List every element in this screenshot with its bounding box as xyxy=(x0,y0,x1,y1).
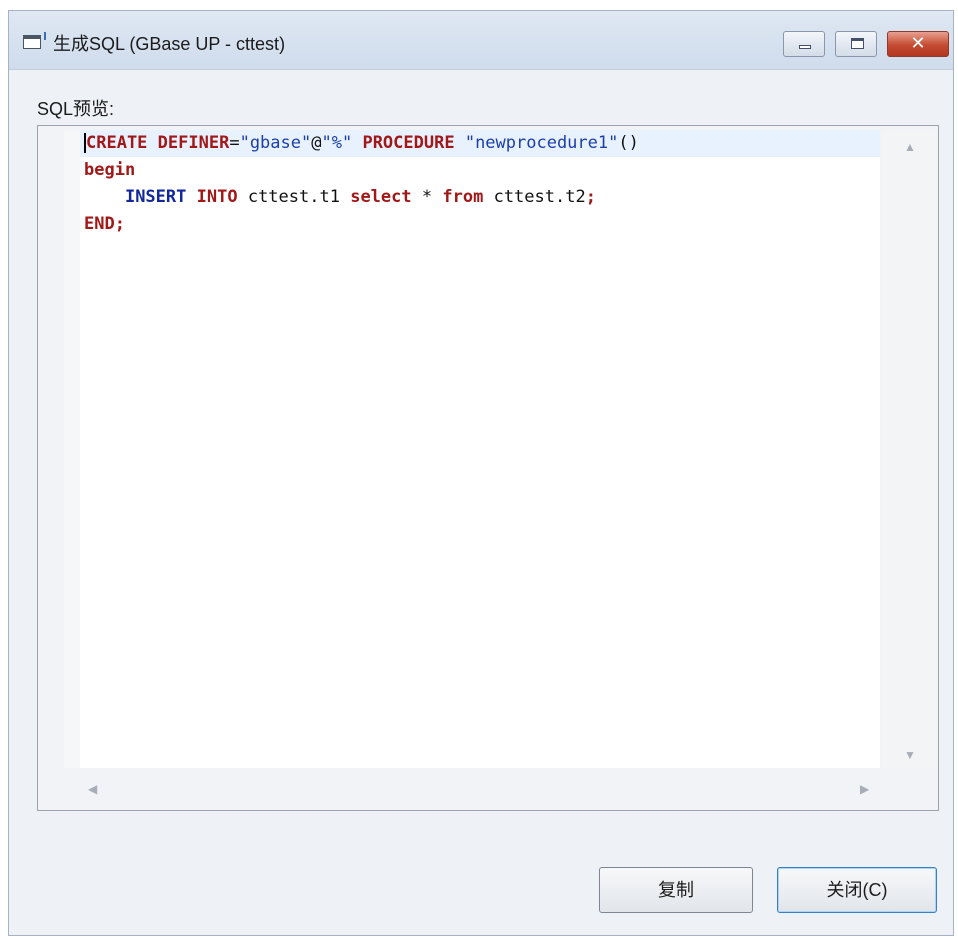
token-begin: begin xyxy=(84,160,136,180)
token-into: INTO xyxy=(196,187,238,207)
maximize-button[interactable] xyxy=(835,31,877,57)
code-line-1: CREATE DEFINER="gbase"@"%" PROCEDURE "ne… xyxy=(80,130,880,157)
sql-preview-editor: CREATE DEFINER="gbase"@"%" PROCEDURE "ne… xyxy=(37,125,939,811)
token-create: CREATE xyxy=(84,133,148,153)
code-area[interactable]: CREATE DEFINER="gbase"@"%" PROCEDURE "ne… xyxy=(80,130,880,768)
token-star: * xyxy=(421,187,433,207)
app-window-icon xyxy=(23,32,46,49)
copy-button[interactable]: 复制 xyxy=(599,867,753,913)
token-table-t1: cttest.t1 xyxy=(247,187,340,207)
scroll-right-icon[interactable]: ▶ xyxy=(860,782,869,796)
editor-gutter xyxy=(64,130,81,768)
token-from: from xyxy=(442,187,484,207)
close-button[interactable]: 关闭(C) xyxy=(777,867,937,913)
dialog-window: 生成SQL (GBase UP - cttest) ✕ SQL预览: CREAT… xyxy=(8,10,954,936)
code-line-3: INSERT INTO cttest.t1 select * from ctte… xyxy=(80,184,880,211)
token-insert: INSERT xyxy=(124,187,187,207)
scroll-left-icon[interactable]: ◀ xyxy=(88,782,97,796)
token-user: "gbase" xyxy=(239,133,312,153)
token-table-t2: cttest.t2 xyxy=(493,187,586,207)
code-line-4: END; xyxy=(80,211,880,238)
horizontal-scrollbar[interactable]: ◀ ▶ xyxy=(80,772,880,806)
token-semicolon: ; xyxy=(585,187,596,207)
token-procedure: PROCEDURE xyxy=(362,133,455,153)
close-icon: ✕ xyxy=(910,33,926,53)
token-parens: () xyxy=(618,133,639,153)
close-window-button[interactable]: ✕ xyxy=(887,31,949,57)
code-line-2: begin xyxy=(80,157,880,184)
scroll-down-icon[interactable]: ▼ xyxy=(904,748,916,762)
token-at: @ xyxy=(311,133,322,153)
minimize-button[interactable] xyxy=(783,31,825,57)
window-title: 生成SQL (GBase UP - cttest) xyxy=(53,34,286,54)
token-host: "%" xyxy=(321,133,353,153)
token-select: select xyxy=(350,187,412,207)
minimize-icon xyxy=(799,45,811,49)
maximize-icon xyxy=(851,38,864,49)
scroll-up-icon[interactable]: ▲ xyxy=(904,140,916,154)
token-end: END; xyxy=(84,214,125,234)
token-equals: = xyxy=(229,133,240,153)
vertical-scrollbar[interactable]: ▲ ▼ xyxy=(882,130,936,768)
token-procedure-name: "newprocedure1" xyxy=(464,133,619,153)
token-definer: DEFINER xyxy=(157,133,230,153)
sql-preview-label: SQL预览: xyxy=(37,99,115,119)
title-bar[interactable]: 生成SQL (GBase UP - cttest) ✕ xyxy=(9,11,953,70)
